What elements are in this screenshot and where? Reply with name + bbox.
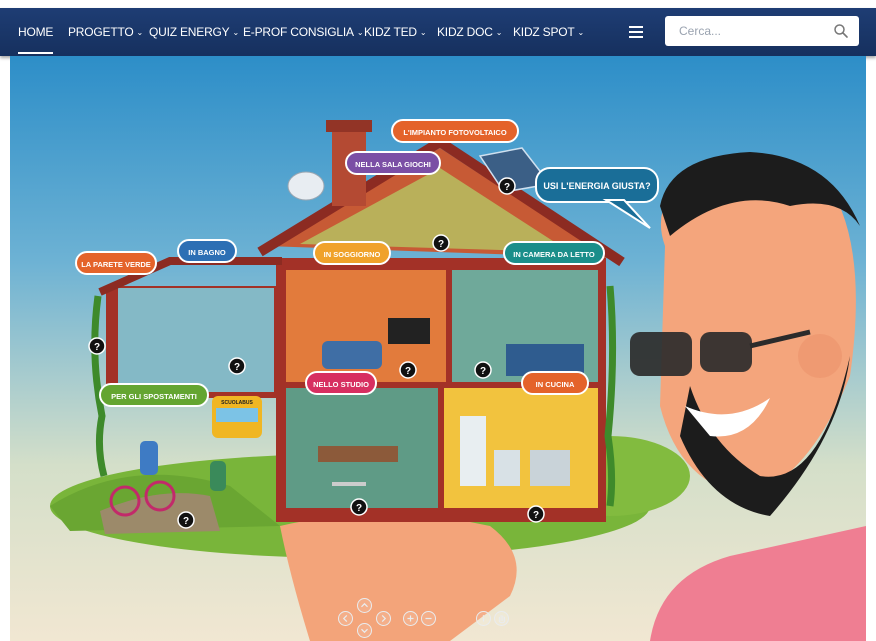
info-icon[interactable]	[476, 611, 491, 626]
page-header-fragment	[0, 0, 876, 8]
nav-home[interactable]: HOME	[18, 8, 54, 56]
pan-down-icon[interactable]	[357, 623, 372, 638]
label-fotovoltaico[interactable]: L'IMPIANTO FOTOVOLTAICO	[391, 119, 519, 143]
hotspot-symbol: ?	[405, 366, 411, 377]
hotspot-studio[interactable]: ?	[350, 498, 368, 516]
label-camera-text: IN CAMERA DA LETTO	[513, 250, 595, 259]
label-bagno-text: IN BAGNO	[188, 248, 226, 257]
hotspot-symbol: ?	[504, 182, 510, 193]
hotspot-symbol: ?	[94, 342, 100, 353]
pan-left-icon[interactable]	[338, 611, 353, 626]
label-studio[interactable]: NELLO STUDIO	[305, 371, 377, 395]
bus-sign: SCUOLABUS	[221, 400, 253, 406]
eprof-shirt	[650, 526, 866, 641]
label-fotovoltaico-text: L'IMPIANTO FOTOVOLTAICO	[403, 128, 506, 137]
hotspot-soggiorno[interactable]: ?	[399, 361, 417, 379]
nav-quiz-energy[interactable]: QUIZ ENERGY ⌄	[149, 8, 239, 56]
label-sala-giochi-text: NELLA SALA GIOCHI	[355, 160, 431, 169]
hotspot-camera[interactable]: ?	[474, 361, 492, 379]
chevron-down-icon: ⌄	[495, 28, 503, 37]
search-input[interactable]	[665, 16, 839, 46]
nav-kidz-doc-label: KIDZ DOC	[437, 25, 493, 39]
nav-kidz-ted-label: KIDZ TED	[364, 25, 417, 39]
nav-eprof-consiglia-label: E-PROF CONSIGLIA	[243, 25, 354, 39]
label-studio-text: NELLO STUDIO	[313, 380, 369, 389]
sunglasses	[630, 332, 692, 376]
hotspot-symbol: ?	[234, 362, 240, 373]
nav-home-label: HOME	[18, 25, 54, 39]
hotspot-symbol: ?	[438, 239, 444, 250]
room-bagno	[118, 288, 274, 392]
satellite-dish	[287, 171, 325, 201]
label-cucina[interactable]: IN CUCINA	[521, 371, 589, 395]
hotspot-spostamenti[interactable]: ?	[177, 511, 195, 529]
nav-progetto-label: PROGETTO	[68, 25, 134, 39]
zoom-in-icon[interactable]	[403, 611, 418, 626]
hand-icon[interactable]	[494, 611, 509, 626]
nav-kidz-doc[interactable]: KIDZ DOC ⌄	[437, 8, 502, 56]
search-box	[665, 16, 859, 46]
hotspot-symbol: ?	[356, 503, 362, 514]
nav-kidz-spot-label: KIDZ SPOT	[513, 25, 575, 39]
hotspot-symbol: ?	[480, 366, 486, 377]
nav-kidz-ted[interactable]: KIDZ TED ⌄	[364, 8, 427, 56]
label-parete-verde[interactable]: LA PARETE VERDE	[75, 251, 157, 275]
label-camera[interactable]: IN CAMERA DA LETTO	[503, 241, 605, 265]
hotspot-symbol: ?	[183, 516, 189, 527]
pan-up-icon[interactable]	[357, 598, 372, 613]
chevron-down-icon: ⌄	[356, 28, 364, 37]
hotspot-fotovoltaico[interactable]: ?	[498, 177, 516, 195]
label-spostamenti-text: PER GLI SPOSTAMENTI	[111, 392, 197, 401]
label-cucina-text: IN CUCINA	[536, 380, 575, 389]
speech-bubble-text: USI L'ENERGIA GIUSTA?	[543, 181, 650, 191]
pan-right-icon[interactable]	[376, 611, 391, 626]
hotspot-sala-giochi[interactable]: ?	[432, 234, 450, 252]
nav-progetto[interactable]: PROGETTO ⌄	[68, 8, 143, 56]
label-spostamenti[interactable]: PER GLI SPOSTAMENTI	[99, 383, 209, 407]
label-bagno[interactable]: IN BAGNO	[177, 239, 237, 263]
hotspot-bagno[interactable]: ?	[228, 357, 246, 375]
top-navbar: HOME PROGETTO ⌄ QUIZ ENERGY ⌄ E-PROF CONSI…	[0, 8, 876, 56]
chevron-down-icon: ⌄	[577, 28, 585, 37]
nav-eprof-consiglia[interactable]: E-PROF CONSIGLIA ⌄	[243, 8, 364, 56]
child-walking	[210, 461, 226, 491]
chevron-down-icon: ⌄	[419, 28, 427, 37]
hamburger-icon[interactable]	[629, 24, 643, 40]
interactive-house-illustration: SCUOLABUS USI L'ENERGIA GIUSTA? L'IMPIAN…	[10, 56, 866, 641]
chevron-down-icon: ⌄	[232, 28, 239, 37]
hotspot-symbol: ?	[533, 510, 539, 521]
child-cyclist	[140, 441, 158, 475]
search-icon[interactable]	[833, 23, 849, 39]
label-soggiorno-text: IN SOGGIORNO	[324, 250, 381, 259]
nav-quiz-energy-label: QUIZ ENERGY	[149, 25, 230, 39]
green-wall	[91, 295, 108, 477]
chevron-down-icon: ⌄	[136, 28, 144, 37]
house-scene: SCUOLABUS USI L'ENERGIA GIUSTA? L'IMPIAN…	[50, 119, 866, 641]
nav-kidz-spot[interactable]: KIDZ SPOT ⌄	[513, 8, 584, 56]
hotspot-cucina[interactable]: ?	[527, 505, 545, 523]
label-parete-verde-text: LA PARETE VERDE	[81, 260, 151, 269]
zoom-out-icon[interactable]	[421, 611, 436, 626]
label-sala-giochi[interactable]: NELLA SALA GIOCHI	[345, 151, 441, 175]
eprof-ear	[798, 334, 842, 378]
label-soggiorno[interactable]: IN SOGGIORNO	[313, 241, 391, 265]
hotspot-parete-verde[interactable]: ?	[88, 337, 106, 355]
